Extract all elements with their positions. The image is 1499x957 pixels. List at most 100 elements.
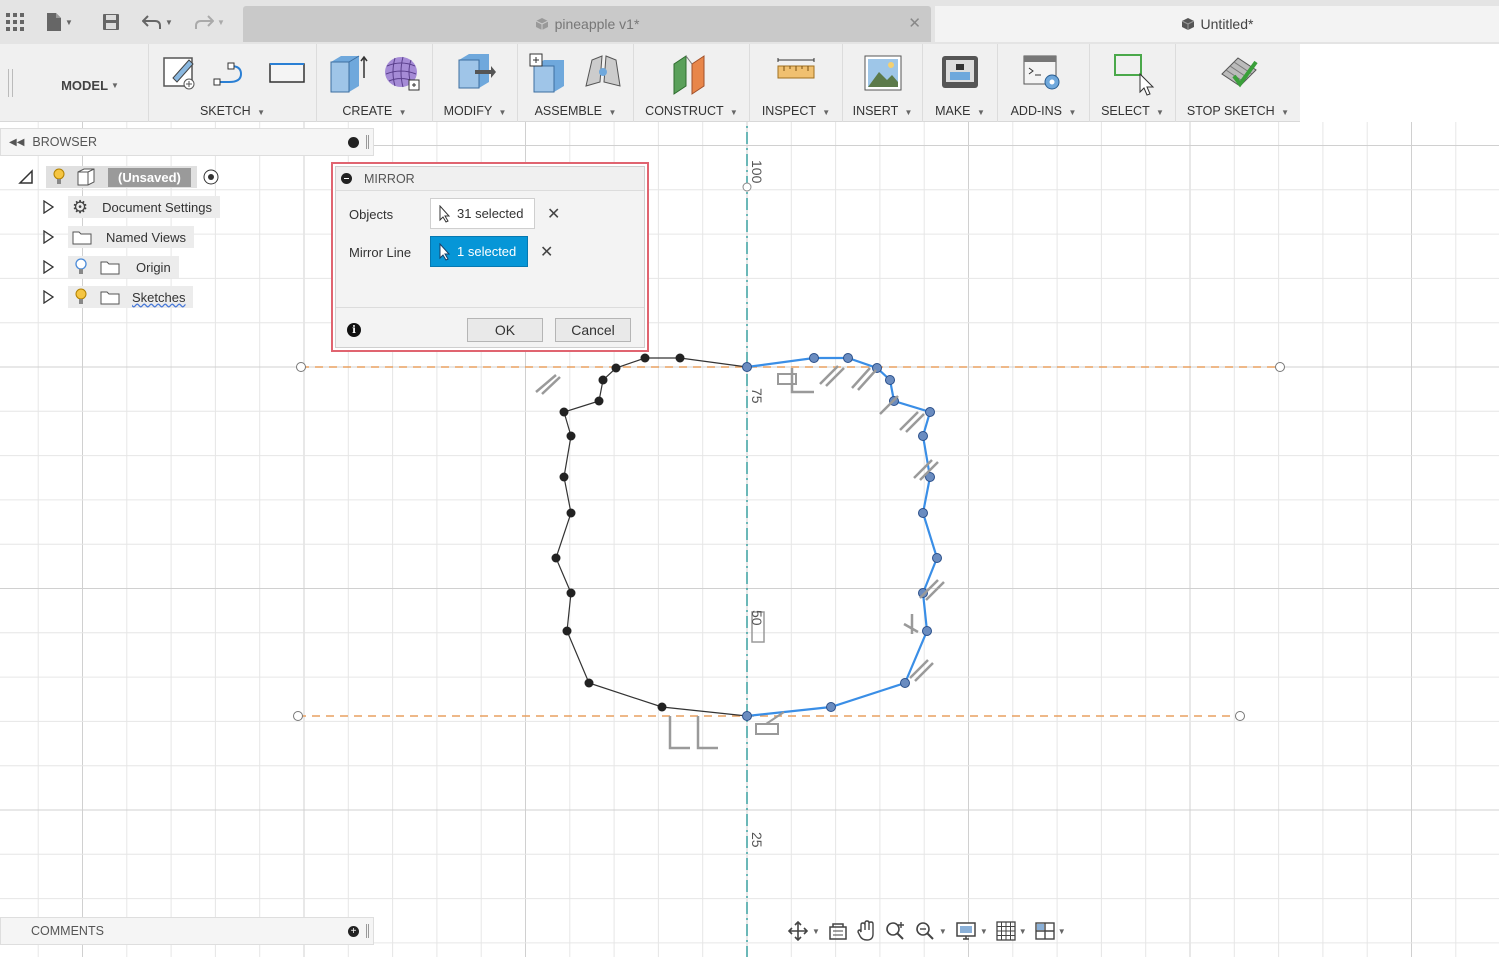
mirror-line-selection-button[interactable]: 1 selected <box>430 236 528 267</box>
ruler-label-25: 25 <box>749 832 765 848</box>
toolbar-group-select[interactable]: SELECT ▼ <box>1089 44 1175 122</box>
cancel-button[interactable]: Cancel <box>555 318 631 342</box>
close-icon[interactable]: ✕ <box>908 14 921 32</box>
collapse-panel-icon[interactable]: ◀◀ <box>9 137 24 148</box>
joint-icon[interactable] <box>582 52 624 94</box>
workspace-switcher[interactable]: MODEL ▼ <box>40 74 140 96</box>
comments-panel-header[interactable]: COMMENTS + <box>0 917 374 945</box>
info-icon[interactable]: i <box>347 323 361 337</box>
expand-triangle-icon[interactable] <box>42 200 54 214</box>
display-settings-icon[interactable]: ▼ <box>955 921 988 941</box>
browser-panel-header[interactable]: ◀◀ BROWSER <box>0 128 374 156</box>
panel-grip[interactable] <box>366 924 369 938</box>
folder-icon <box>100 261 120 275</box>
ruler-label-75: 75 <box>749 388 765 404</box>
assemble-menu-label: ASSEMBLE <box>534 104 602 118</box>
form-icon[interactable] <box>381 52 423 94</box>
sketch-point <box>584 678 594 688</box>
press-pull-icon[interactable] <box>453 52 497 96</box>
undo-icon[interactable]: ▼ <box>142 10 173 34</box>
zoom-window-icon[interactable] <box>884 920 906 942</box>
dialog-title-bar[interactable]: MIRROR <box>336 167 644 191</box>
grid-settings-icon[interactable]: ▼ <box>996 921 1027 941</box>
cursor-icon <box>439 242 451 261</box>
measure-icon[interactable] <box>776 56 816 90</box>
axis-endpoint <box>742 182 752 192</box>
browser-item-origin[interactable]: Origin <box>42 255 179 279</box>
zoom-icon[interactable]: ▼ <box>914 920 947 942</box>
sketch-menu-label: SKETCH <box>199 104 251 118</box>
toolbar-group-assemble[interactable]: ASSEMBLE ▼ <box>517 44 633 122</box>
orbit-icon[interactable]: ▼ <box>787 920 820 942</box>
line-icon[interactable] <box>213 52 253 92</box>
mirror-line-selection-value: 1 selected <box>457 244 517 259</box>
browser-root-row[interactable]: (Unsaved) <box>18 165 219 189</box>
insert-image-icon[interactable] <box>863 52 903 94</box>
3d-print-icon[interactable] <box>940 52 980 94</box>
sketch-point <box>566 508 576 518</box>
toolbar-group-construct[interactable]: CONSTRUCT ▼ <box>633 44 749 122</box>
gear-icon: ⚙ <box>72 196 89 217</box>
mirror-line-label: Mirror Line <box>349 245 412 260</box>
toolbar-group-modify[interactable]: MODIFY ▼ <box>432 44 517 122</box>
horizontal-constraint-glyph <box>696 716 718 750</box>
activate-radio-icon[interactable] <box>203 169 219 185</box>
toolbar-group-stop-sketch[interactable]: STOP SKETCH ▼ <box>1175 44 1300 122</box>
expand-triangle-icon[interactable] <box>42 230 54 244</box>
clear-objects-icon[interactable]: ✕ <box>547 204 560 224</box>
selected-sketch-point <box>918 431 928 441</box>
collapse-dialog-icon[interactable] <box>341 173 352 184</box>
toolbar-group-sketch[interactable]: SKETCH ▼ <box>148 44 316 122</box>
tab-untitled[interactable]: Untitled* <box>935 6 1499 42</box>
stop-sketch-icon[interactable] <box>1218 52 1260 96</box>
cursor-icon <box>439 204 451 223</box>
panel-pin-icon[interactable] <box>348 137 359 148</box>
clear-mirror-line-icon[interactable]: ✕ <box>540 242 553 262</box>
mirror-dialog: MIRROR Objects 31 selected ✕ Mirror Line… <box>331 162 649 352</box>
save-icon[interactable] <box>102 10 120 34</box>
lightbulb-icon[interactable] <box>52 168 66 186</box>
new-component-icon[interactable] <box>528 52 570 96</box>
redo-icon[interactable]: ▼ <box>194 10 225 34</box>
navigation-bar: ▼ ▼ ▼ ▼ ▼ <box>787 916 1097 946</box>
browser-item-label: Sketches <box>132 289 186 305</box>
expand-triangle-icon[interactable] <box>42 260 54 274</box>
toolbar-group-insert[interactable]: INSERT ▼ <box>842 44 922 122</box>
lightbulb-icon[interactable] <box>74 288 88 306</box>
scripts-addins-icon[interactable] <box>1022 52 1064 94</box>
browser-item-named-views[interactable]: Named Views <box>42 225 194 249</box>
app-grid-icon[interactable] <box>6 10 24 34</box>
rectangle-icon[interactable] <box>267 52 309 92</box>
extrude-icon[interactable] <box>327 52 369 96</box>
pan-icon[interactable] <box>856 920 876 942</box>
title-bar: ▼ ▼ ▼ pineapple v1* ✕ Untitled* <box>0 0 1499 44</box>
objects-selection-button[interactable]: 31 selected <box>430 198 535 229</box>
toolbar-grip[interactable] <box>8 69 13 97</box>
toolbar-group-addins[interactable]: ADD-INS ▼ <box>997 44 1089 122</box>
select-icon[interactable] <box>1112 52 1156 96</box>
create-sketch-icon[interactable] <box>161 52 199 92</box>
look-at-icon[interactable] <box>828 921 848 941</box>
offset-plane-icon[interactable] <box>670 52 714 96</box>
collapse-triangle-icon[interactable] <box>18 169 34 185</box>
browser-item-document-settings[interactable]: ⚙ Document Settings <box>42 195 220 219</box>
root-component-label[interactable]: (Unsaved) <box>108 167 191 187</box>
browser-item-sketches[interactable]: Sketches <box>42 285 194 309</box>
selected-sketch-point <box>843 353 853 363</box>
add-comment-icon[interactable]: + <box>348 926 359 937</box>
toolbar-group-inspect[interactable]: INSPECT ▼ <box>749 44 842 122</box>
sketch-point <box>598 375 608 385</box>
lightbulb-off-icon[interactable] <box>74 258 88 276</box>
tab-pineapple[interactable]: pineapple v1* ✕ <box>243 6 931 42</box>
modify-menu-label: MODIFY <box>443 104 492 118</box>
sketch-point <box>566 431 576 441</box>
objects-selection-value: 31 selected <box>457 206 524 221</box>
toolbar-group-make[interactable]: MAKE ▼ <box>922 44 997 122</box>
file-icon[interactable]: ▼ <box>46 10 73 34</box>
ok-button[interactable]: OK <box>467 318 543 342</box>
expand-triangle-icon[interactable] <box>42 290 54 304</box>
viewports-icon[interactable]: ▼ <box>1034 922 1066 940</box>
toolbar-group-create[interactable]: CREATE ▼ <box>316 44 432 122</box>
panel-grip[interactable] <box>366 135 369 149</box>
construction-endpoint <box>1275 362 1285 372</box>
